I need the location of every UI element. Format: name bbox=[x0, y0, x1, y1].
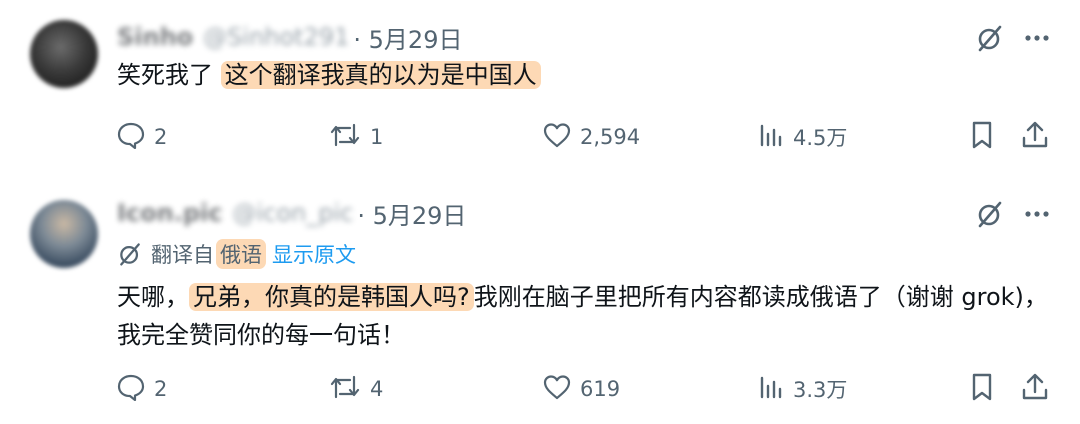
post-text: 笑死我了 这个翻译我真的以为是中国人 bbox=[117, 56, 541, 94]
reply-count: 2 bbox=[154, 377, 168, 401]
views-button[interactable]: 3.3万 bbox=[757, 369, 847, 409]
post-date[interactable]: · 5月29日 bbox=[357, 196, 466, 231]
share-button[interactable] bbox=[1020, 369, 1058, 409]
repost-button[interactable]: 4 bbox=[328, 369, 383, 409]
bookmark-button[interactable] bbox=[968, 369, 1004, 409]
avatar[interactable] bbox=[30, 20, 98, 88]
post-header: Sinho @Sinhot291 · 5月29日 bbox=[117, 20, 462, 54]
like-button[interactable]: 2,594 bbox=[542, 117, 640, 157]
reply-button[interactable]: 2 bbox=[116, 117, 167, 157]
like-count: 619 bbox=[580, 377, 621, 401]
source-language: 俄语 bbox=[216, 239, 266, 269]
post[interactable]: Sinho @Sinhot291 · 5月29日 笑死我了 这个翻译我真的以为是… bbox=[0, 0, 1080, 182]
views-count: 3.3万 bbox=[793, 378, 848, 402]
share-icon bbox=[1020, 372, 1058, 407]
views-icon bbox=[757, 373, 793, 406]
repost-button[interactable]: 1 bbox=[328, 117, 383, 157]
share-icon bbox=[1020, 120, 1058, 155]
heart-icon bbox=[542, 121, 580, 154]
like-count: 2,594 bbox=[580, 125, 641, 149]
author-name[interactable]: Sinho bbox=[117, 23, 193, 51]
more-options-icon[interactable] bbox=[1020, 20, 1054, 56]
bookmark-button[interactable] bbox=[968, 117, 1004, 157]
repost-icon bbox=[328, 373, 370, 406]
views-button[interactable]: 4.5万 bbox=[757, 117, 847, 157]
reply-icon bbox=[116, 121, 154, 154]
author-handle[interactable]: @icon_pic bbox=[232, 199, 353, 227]
bookmark-icon bbox=[968, 120, 1004, 155]
post-text-plain: 笑死我了 bbox=[117, 61, 213, 89]
post-header: Icon.pic @icon_pic · 5月29日 bbox=[117, 196, 466, 230]
grok-icon[interactable] bbox=[972, 20, 1008, 56]
action-bar: 2 1 2,594 4.5万 bbox=[112, 117, 1062, 157]
like-button[interactable]: 619 bbox=[542, 369, 620, 409]
show-original-link[interactable]: 显示原文 bbox=[272, 239, 356, 269]
translated-from-label: 翻译自 bbox=[151, 243, 214, 267]
translated-from-bar: 翻译自 俄语 显示原文 bbox=[117, 236, 356, 272]
author-name[interactable]: Icon.pic bbox=[117, 199, 222, 227]
post-text-highlight: 这个翻译我真的以为是中国人 bbox=[220, 61, 541, 89]
reply-count: 2 bbox=[154, 125, 168, 149]
post-text-before: 天哪， bbox=[117, 283, 189, 311]
views-count: 4.5万 bbox=[793, 126, 848, 150]
post[interactable]: Icon.pic @icon_pic · 5月29日 翻译自 俄语 显示原文 天… bbox=[0, 182, 1080, 424]
more-options-icon[interactable] bbox=[1020, 196, 1054, 232]
heart-icon bbox=[542, 373, 580, 406]
bookmark-icon bbox=[968, 372, 1004, 407]
grok-translate-icon bbox=[117, 241, 143, 267]
post-text-highlight: 兄弟，你真的是韩国人吗? bbox=[189, 283, 474, 311]
action-bar: 2 4 619 3.3万 bbox=[112, 369, 1062, 409]
repost-icon bbox=[328, 121, 370, 154]
post-date[interactable]: · 5月29日 bbox=[353, 20, 462, 55]
grok-icon[interactable] bbox=[972, 196, 1008, 232]
repost-count: 1 bbox=[370, 125, 384, 149]
reply-icon bbox=[116, 373, 154, 406]
views-icon bbox=[757, 121, 793, 154]
post-text: 天哪， 兄弟，你真的是韩国人吗? 我刚在脑子里把所有内容都读成俄语了（谢谢 grok… bbox=[117, 278, 1057, 354]
reply-button[interactable]: 2 bbox=[116, 369, 167, 409]
share-button[interactable] bbox=[1020, 117, 1058, 157]
author-handle[interactable]: @Sinhot291 bbox=[203, 23, 349, 51]
avatar[interactable] bbox=[30, 200, 98, 268]
repost-count: 4 bbox=[370, 377, 384, 401]
